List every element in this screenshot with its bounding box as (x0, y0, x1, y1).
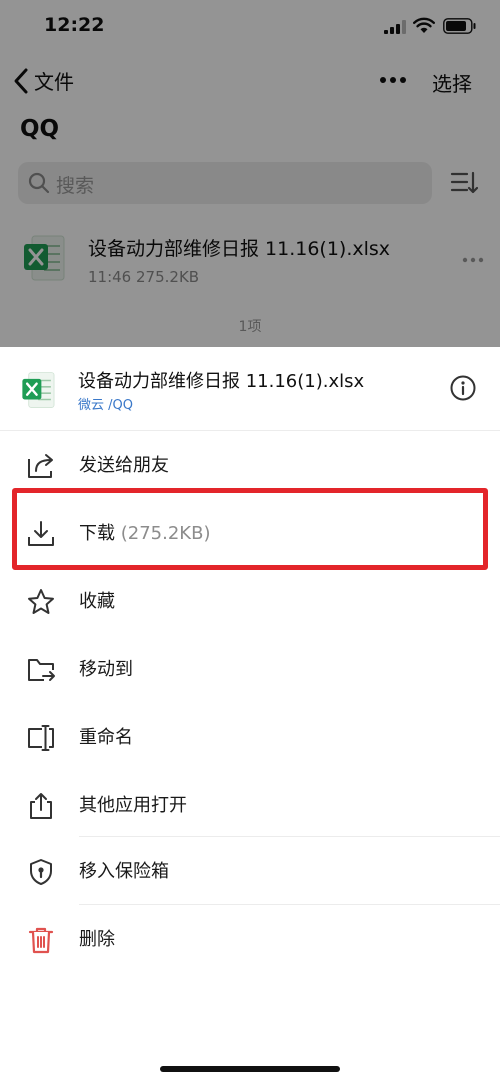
action-favorite[interactable]: 收藏 (0, 567, 500, 635)
action-label: 移动到 (79, 659, 133, 680)
rename-icon (28, 725, 54, 751)
info-icon[interactable] (450, 375, 476, 401)
move-folder-icon (28, 659, 55, 681)
action-move-to-safe[interactable]: 移入保险箱 (0, 837, 500, 905)
action-label: 收藏 (79, 591, 115, 612)
excel-icon (22, 372, 55, 408)
action-label: 发送给朋友 (79, 455, 169, 476)
action-label: 重命名 (79, 727, 133, 748)
action-rename[interactable]: 重命名 (0, 703, 500, 771)
action-open-with[interactable]: 其他应用打开 (0, 771, 500, 839)
action-label: 移入保险箱 (79, 861, 169, 882)
action-label: 其他应用打开 (79, 795, 187, 816)
trash-icon (28, 927, 54, 954)
action-label: 删除 (79, 929, 115, 950)
sheet-file-path[interactable]: 微云 /QQ (78, 394, 133, 413)
sheet-header: 设备动力部维修日报 11.16(1).xlsx 微云 /QQ (0, 347, 500, 431)
home-indicator[interactable] (160, 1066, 340, 1072)
share-icon (28, 454, 53, 478)
open-with-icon (30, 793, 52, 819)
action-sheet: 设备动力部维修日报 11.16(1).xlsx 微云 /QQ 发送给朋友 下载 … (0, 347, 500, 1082)
action-move-to[interactable]: 移动到 (0, 635, 500, 703)
sheet-file-name: 设备动力部维修日报 11.16(1).xlsx (78, 371, 365, 392)
action-delete[interactable]: 删除 (0, 905, 500, 973)
highlight-box (12, 488, 488, 570)
shield-icon (30, 859, 52, 885)
star-icon (28, 589, 54, 614)
